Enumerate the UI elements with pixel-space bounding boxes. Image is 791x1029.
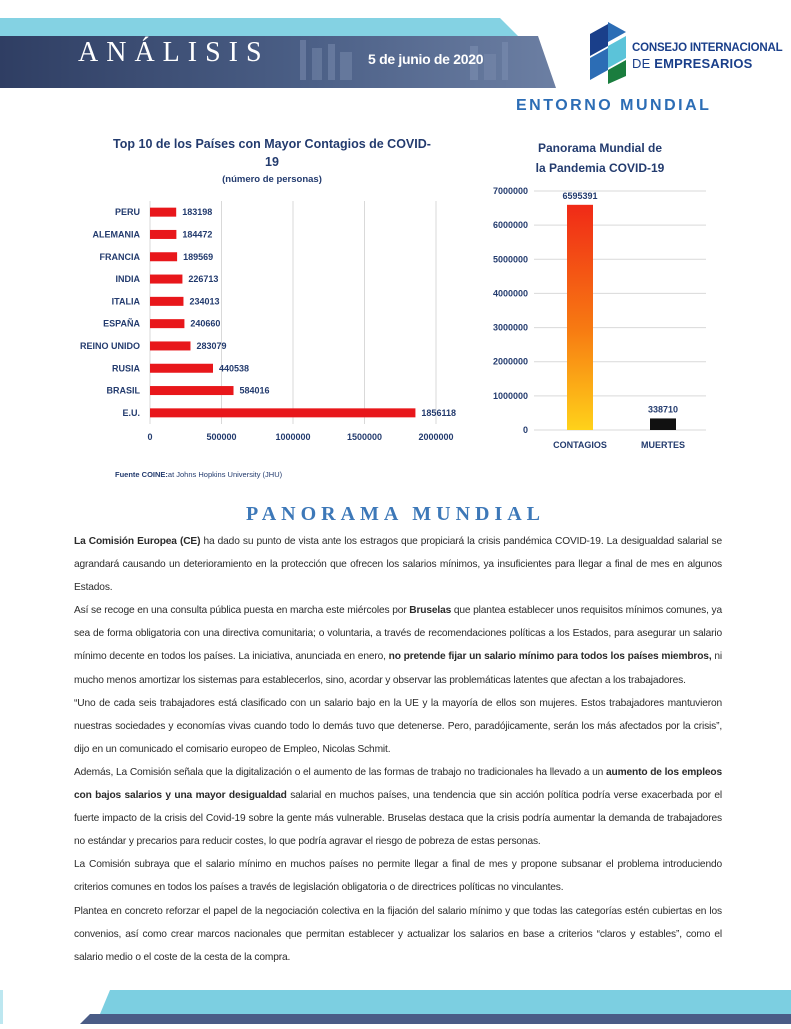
logo-text-line2: DE EMPRESARIOS [632, 56, 753, 71]
y-tick-label: 0 [523, 425, 528, 435]
y-tick-label: 7000000 [493, 186, 528, 196]
section-label: ENTORNO MUNDIAL [516, 97, 712, 114]
category-label: REINO UNIDO [80, 341, 140, 351]
data-label: 189569 [183, 252, 213, 262]
logo-mark-icon [590, 22, 626, 84]
footer-band [0, 990, 791, 1024]
y-tick-label: 3000000 [493, 323, 528, 333]
x-tick-label: 1000000 [275, 432, 310, 442]
bar [150, 386, 234, 396]
data-label: 184472 [182, 229, 212, 239]
y-tick-label: 6000000 [493, 220, 528, 230]
y-tick-label: 1000000 [493, 391, 528, 401]
bar [150, 319, 185, 329]
data-label: 234013 [189, 296, 219, 306]
section-title: PANORAMA MUNDIAL [245, 503, 546, 525]
bar [150, 252, 178, 262]
x-tick-label: 0 [147, 432, 152, 442]
category-label: CONTAGIOS [553, 440, 607, 450]
data-label: 338710 [648, 404, 678, 414]
x-tick-label: 2000000 [418, 432, 453, 442]
data-label: 183198 [182, 207, 212, 217]
category-label: ITALIA [112, 296, 141, 306]
bar [150, 296, 184, 306]
paragraph-1: La Comisión Europea (CE) ha dado su punt… [74, 536, 722, 594]
category-label: PERU [115, 207, 140, 217]
chart-source: Fuente COINE:at Johns Hopkins University… [115, 470, 283, 479]
y-tick-label: 5000000 [493, 254, 528, 264]
category-label: MUERTES [641, 440, 685, 450]
x-tick-label: 1500000 [347, 432, 382, 442]
x-tick-label: 500000 [206, 432, 236, 442]
category-label: FRANCIA [100, 252, 141, 262]
paragraph-5: La Comisión subraya que el salario mínim… [74, 859, 722, 894]
top10-countries-chart: Top 10 de los Países con Mayor Contagios… [80, 137, 456, 442]
bar [150, 341, 191, 351]
data-label: 6595391 [562, 191, 597, 201]
data-label: 584016 [240, 386, 270, 396]
bar [567, 204, 593, 430]
category-label: RUSIA [112, 363, 141, 373]
chart-title-line2: la Pandemia COVID-19 [536, 161, 665, 175]
bar [150, 229, 177, 239]
world-panorama-chart: Panorama Mundial de la Pandemia COVID-19 0… [493, 141, 706, 450]
category-label: ALEMANIA [93, 229, 141, 239]
paragraph-6: Plantea en concreto reforzar el papel de… [74, 905, 722, 963]
logo-text-line1: CONSEJO INTERNACIONAL [632, 42, 783, 54]
data-label: 440538 [219, 363, 249, 373]
data-label: 240660 [190, 319, 220, 329]
bar [150, 207, 177, 217]
chart-title-line2: 19 [265, 155, 279, 169]
page-title: ANÁLISIS [78, 37, 270, 68]
bar [650, 418, 676, 430]
chart-title-line1: Panorama Mundial de [538, 141, 662, 155]
paragraph-3: “Uno de cada seis trabajadores está clas… [74, 697, 722, 755]
category-label: BRASIL [107, 386, 141, 396]
data-label: 283079 [196, 341, 226, 351]
data-label: 1856118 [421, 408, 456, 418]
paragraph-2: Así se recoge en una consulta pública pu… [74, 605, 723, 686]
category-label: E.U. [122, 408, 140, 418]
bar [150, 408, 416, 418]
data-label: 226713 [188, 274, 218, 284]
chart-title-line1: Top 10 de los Países con Mayor Contagios… [113, 137, 431, 151]
paragraph-4: Además, La Comisión señala que la digita… [74, 766, 723, 848]
y-tick-label: 2000000 [493, 357, 528, 367]
y-tick-label: 4000000 [493, 288, 528, 298]
category-label: INDIA [116, 274, 141, 284]
report-date: 5 de junio de 2020 [368, 51, 484, 67]
article-body: La Comisión Europea (CE) ha dado su punt… [74, 530, 722, 969]
category-label: ESPAÑA [103, 319, 140, 329]
bar [150, 363, 213, 373]
chart-subtitle: (número de personas) [222, 174, 322, 185]
bar [150, 274, 183, 284]
